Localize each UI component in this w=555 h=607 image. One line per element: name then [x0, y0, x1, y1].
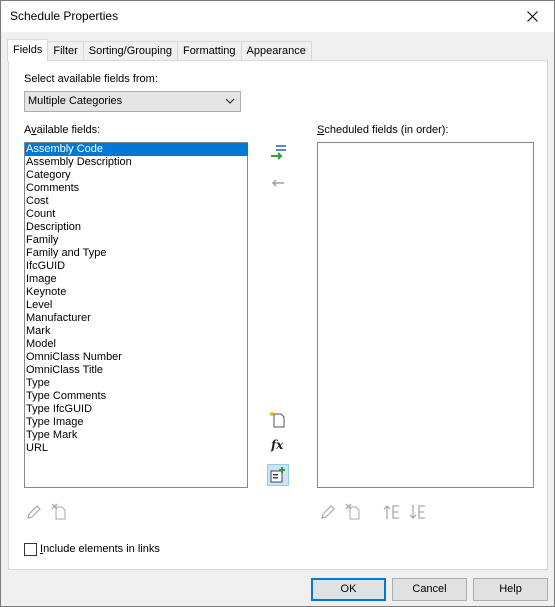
schedule-properties-dialog: Schedule Properties Fields Filter Sortin…: [0, 0, 555, 607]
tab-sorting-grouping[interactable]: Sorting/Grouping: [82, 41, 178, 61]
scheduled-fields-label: Scheduled fields (in order):: [317, 124, 449, 136]
title-bar: Schedule Properties: [1, 1, 554, 32]
list-item[interactable]: Type Image: [25, 416, 247, 429]
add-field-button[interactable]: [267, 142, 289, 164]
category-dropdown-value: Multiple Categories: [28, 95, 123, 107]
list-item[interactable]: Type Mark: [25, 429, 247, 442]
tab-appearance[interactable]: Appearance: [240, 41, 312, 61]
include-links-label: Include elements in links: [40, 543, 160, 555]
cancel-button[interactable]: Cancel: [392, 578, 467, 601]
list-item[interactable]: OmniClass Title: [25, 364, 247, 377]
new-parameter-icon: [269, 411, 285, 428]
delete-available-field-button[interactable]: [49, 501, 71, 523]
move-up-button[interactable]: [381, 501, 403, 523]
list-item[interactable]: IfcGUID: [25, 260, 247, 273]
add-arrow-icon: [271, 145, 286, 160]
move-down-icon: [409, 505, 425, 519]
list-item[interactable]: Image: [25, 273, 247, 286]
list-item[interactable]: Level: [25, 299, 247, 312]
list-item[interactable]: Keynote: [25, 286, 247, 299]
delete-parameter-icon: [345, 503, 360, 520]
function-fx-icon: fx: [270, 438, 284, 452]
pencil-icon: [321, 505, 335, 519]
scheduled-fields-list[interactable]: [317, 142, 534, 488]
list-item[interactable]: Type IfcGUID: [25, 403, 247, 416]
list-item[interactable]: Cost: [25, 195, 247, 208]
list-item[interactable]: Assembly Description: [25, 156, 247, 169]
delete-parameter-icon: [51, 503, 66, 520]
edit-scheduled-field-button[interactable]: [317, 501, 339, 523]
combine-parameters-icon: [270, 467, 285, 483]
edit-available-field-button[interactable]: [23, 501, 45, 523]
list-item[interactable]: Mark: [25, 325, 247, 338]
list-item[interactable]: Count: [25, 208, 247, 221]
close-button[interactable]: [510, 1, 554, 32]
new-parameter-button[interactable]: [267, 408, 289, 430]
category-dropdown[interactable]: Multiple Categories: [24, 91, 241, 112]
tab-strip: Fields Filter Sorting/Grouping Formattin…: [7, 39, 312, 61]
combine-parameters-button[interactable]: [267, 464, 289, 486]
list-item[interactable]: Category: [25, 169, 247, 182]
list-item[interactable]: Family and Type: [25, 247, 247, 260]
ok-button[interactable]: OK: [311, 578, 386, 601]
delete-scheduled-field-button[interactable]: [343, 501, 365, 523]
remove-arrow-icon: [271, 179, 284, 187]
tab-formatting[interactable]: Formatting: [176, 41, 242, 61]
select-fields-label: Select available fields from:: [24, 73, 158, 85]
move-up-icon: [383, 505, 399, 519]
available-fields-items: Assembly Code Assembly Description Categor…: [25, 143, 248, 455]
fields-tab-panel: Select available fields from: Multiple C…: [8, 60, 548, 570]
move-down-button[interactable]: [407, 501, 429, 523]
list-item[interactable]: Manufacturer: [25, 312, 247, 325]
pencil-icon: [27, 505, 41, 519]
list-item[interactable]: Type Comments: [25, 390, 247, 403]
close-icon: [526, 11, 538, 22]
list-item[interactable]: OmniClass Number: [25, 351, 247, 364]
calculated-value-button[interactable]: fx: [267, 434, 289, 456]
list-item[interactable]: Model: [25, 338, 247, 351]
help-button[interactable]: Help: [473, 578, 548, 601]
tab-filter[interactable]: Filter: [47, 41, 84, 61]
list-item[interactable]: URL: [25, 442, 247, 455]
available-fields-list[interactable]: Assembly Code Assembly Description Categor…: [24, 142, 248, 488]
list-item[interactable]: Assembly Code: [25, 143, 248, 156]
list-item[interactable]: Family: [25, 234, 247, 247]
include-links-checkbox[interactable]: [24, 543, 37, 556]
remove-field-button[interactable]: [267, 172, 289, 194]
list-item[interactable]: Type: [25, 377, 247, 390]
dialog-title: Schedule Properties: [10, 9, 119, 23]
svg-text:fx: fx: [270, 438, 284, 452]
chevron-down-icon: [225, 98, 235, 104]
available-fields-label: Available fields:: [24, 124, 101, 136]
list-item[interactable]: Comments: [25, 182, 247, 195]
tab-fields[interactable]: Fields: [7, 39, 49, 61]
list-item[interactable]: Description: [25, 221, 247, 234]
